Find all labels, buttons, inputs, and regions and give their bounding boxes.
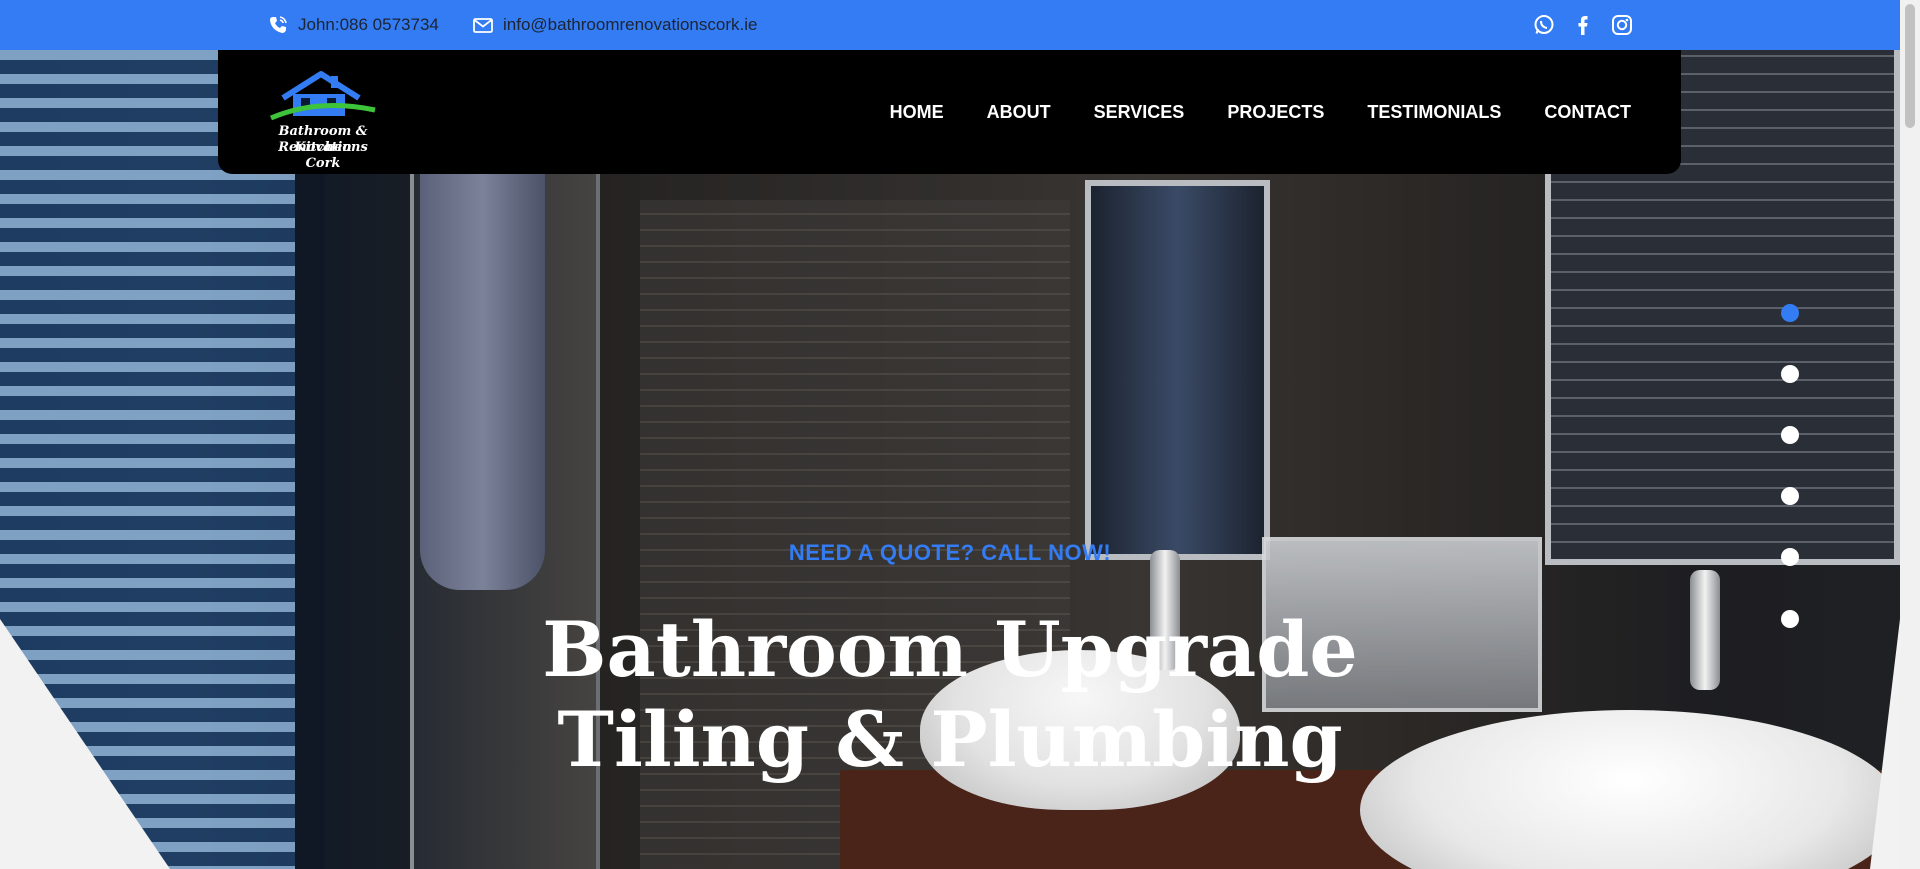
nav-services[interactable]: SERVICES (1094, 102, 1185, 123)
phone-text: John:086 0573734 (298, 15, 439, 34)
slider-dot-3[interactable] (1781, 426, 1799, 444)
nav-menu: HOME ABOUT SERVICES PROJECTS TESTIMONIAL… (847, 50, 1631, 174)
nav-home[interactable]: HOME (890, 102, 944, 123)
nav-projects[interactable]: PROJECTS (1227, 102, 1324, 123)
logo-text-line2: Renovations Cork (278, 140, 368, 171)
nav-contact[interactable]: CONTACT (1544, 102, 1631, 123)
top-contact-bar: John:086 0573734 info@bathroomrenovation… (0, 0, 1900, 50)
page-scrollbar[interactable] (1900, 0, 1920, 869)
facebook-icon[interactable] (1570, 12, 1596, 38)
hero-headline: Bathroom Upgrade Tiling & Plumbing (0, 605, 1900, 785)
slider-dot-4[interactable] (1781, 487, 1799, 505)
hero-headline-line1: Bathroom Upgrade (542, 605, 1358, 694)
hero-headline-line2: Tiling & Plumbing (557, 695, 1343, 784)
email-contact[interactable]: info@bathroomrenovationscork.ie (473, 0, 757, 50)
slider-dot-1[interactable] (1781, 304, 1799, 322)
nav-about[interactable]: ABOUT (987, 102, 1051, 123)
phone-contact[interactable]: John:086 0573734 (268, 0, 439, 50)
instagram-icon[interactable] (1609, 12, 1635, 38)
phone-icon (270, 16, 287, 33)
slider-dot-2[interactable] (1781, 365, 1799, 383)
main-navbar: Bathroom & Kitchen Renovations Cork HOME… (218, 50, 1681, 174)
hero-eyebrow-cta: NEED A QUOTE? CALL NOW! (788, 540, 1112, 565)
site-logo[interactable]: Bathroom & Kitchen Renovations Cork (263, 68, 383, 171)
house-logo-icon (270, 71, 376, 121)
email-text: info@bathroomrenovationscork.ie (503, 15, 758, 34)
whatsapp-icon[interactable] (1531, 12, 1557, 38)
envelope-icon (473, 18, 493, 33)
scrollbar-thumb[interactable] (1905, 4, 1915, 128)
nav-testimonials[interactable]: TESTIMONIALS (1367, 102, 1501, 123)
hero-background-mirror (1085, 180, 1270, 560)
